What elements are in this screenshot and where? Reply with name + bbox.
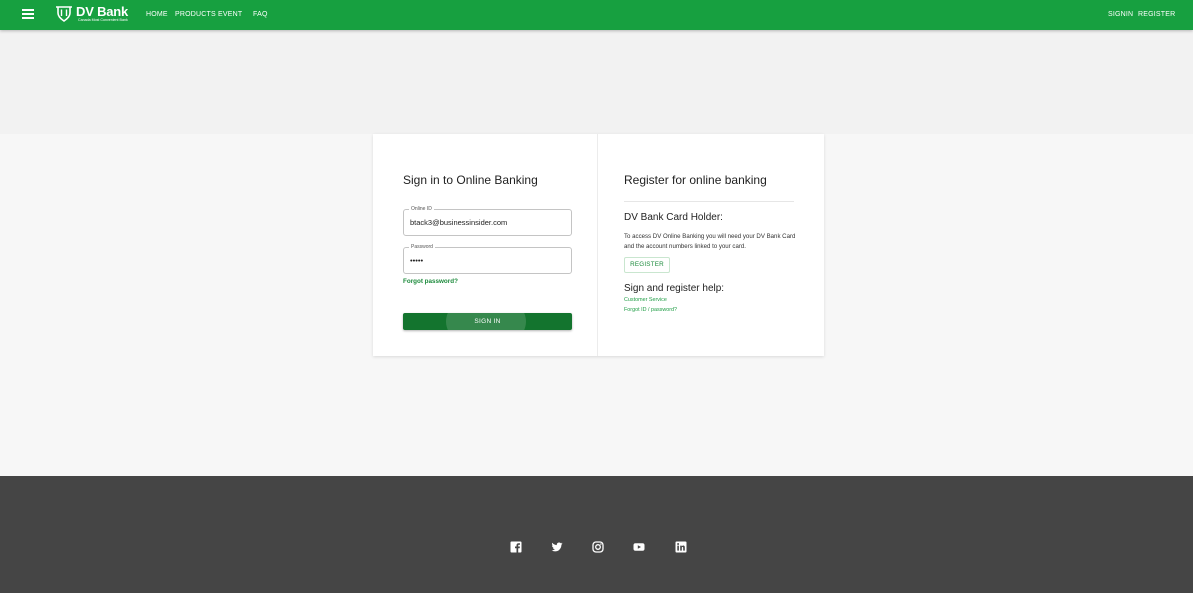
twitter-icon[interactable] bbox=[551, 541, 563, 553]
signin-title: Sign in to Online Banking bbox=[403, 173, 538, 187]
facebook-icon[interactable] bbox=[510, 541, 522, 553]
online-id-label: Online ID bbox=[409, 205, 434, 213]
nav-signin[interactable]: SIGNIN bbox=[1108, 11, 1133, 19]
card-divider bbox=[597, 134, 598, 356]
nav-home[interactable]: HOME bbox=[146, 11, 168, 19]
sign-in-button[interactable]: SIGN IN bbox=[403, 313, 572, 330]
password-field[interactable]: Password ••••• bbox=[403, 243, 572, 274]
register-button[interactable]: REGISTER bbox=[624, 257, 670, 273]
top-app-bar: DV Bank Canada Most Convenient Bank HOME… bbox=[0, 0, 1193, 30]
nav-products[interactable]: PRODUCTS bbox=[175, 11, 216, 19]
password-label: Password bbox=[409, 243, 435, 251]
bank-logo[interactable]: DV Bank Canada Most Convenient Bank bbox=[55, 5, 128, 25]
register-button-label: REGISTER bbox=[630, 261, 664, 268]
nav-faq[interactable]: FAQ bbox=[253, 11, 268, 19]
top-strip bbox=[0, 30, 1193, 134]
linkedin-icon[interactable] bbox=[675, 541, 687, 553]
login-card: Sign in to Online Banking Online ID btac… bbox=[373, 134, 824, 356]
bank-logo-icon bbox=[56, 6, 72, 22]
password-value: ••••• bbox=[410, 256, 424, 265]
sign-in-label: SIGN IN bbox=[474, 318, 501, 325]
register-description: To access DV Online Banking you will nee… bbox=[624, 233, 796, 250]
menu-icon[interactable] bbox=[22, 9, 34, 21]
nav-event[interactable]: EVENT bbox=[218, 11, 242, 19]
forgot-password-link[interactable]: Forgot password? bbox=[403, 278, 458, 286]
instagram-icon[interactable] bbox=[592, 541, 604, 553]
logo-name: DV Bank bbox=[76, 4, 129, 19]
footer bbox=[0, 476, 1193, 593]
youtube-icon[interactable] bbox=[633, 541, 645, 553]
register-title: Register for online banking bbox=[624, 173, 767, 187]
customer-service-link[interactable]: Customer Service bbox=[624, 297, 667, 304]
nav-register[interactable]: REGISTER bbox=[1138, 11, 1175, 19]
help-title: Sign and register help: bbox=[624, 283, 725, 294]
logo-tagline: Canada Most Convenient Bank bbox=[78, 18, 128, 22]
online-id-field[interactable]: Online ID btack3@businessinsider.com bbox=[403, 205, 572, 236]
card-holder-title: DV Bank Card Holder: bbox=[624, 212, 723, 223]
register-divider bbox=[624, 201, 794, 202]
forgot-id-password-link[interactable]: Forgot ID / password? bbox=[624, 307, 677, 314]
online-id-value: btack3@businessinsider.com bbox=[410, 218, 508, 227]
